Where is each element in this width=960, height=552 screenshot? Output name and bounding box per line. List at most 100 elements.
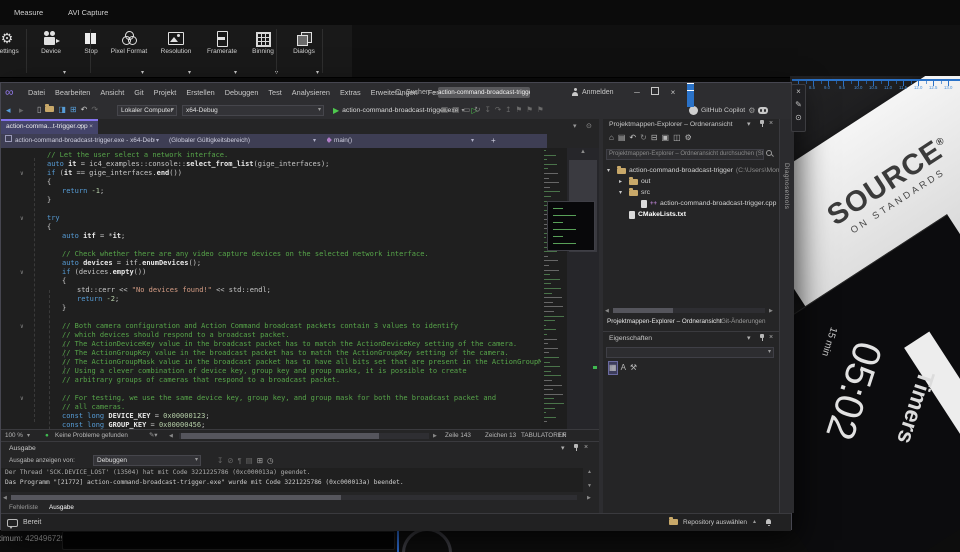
pencil-icon[interactable]: ✎▾ — [149, 432, 157, 439]
value-box[interactable] — [62, 531, 395, 550]
refresh-icon[interactable]: ↻ — [640, 132, 647, 144]
word-wrap-icon[interactable]: ¶ — [238, 455, 242, 467]
navigate-forward-icon[interactable]: ▸ — [19, 105, 24, 116]
chevron-down-icon[interactable]: ▾ — [747, 334, 751, 342]
code-line[interactable]: { — [47, 178, 51, 187]
menu-bearbeiten[interactable]: Bearbeiten — [50, 83, 95, 102]
fold-marker-icon[interactable]: ∨ — [20, 169, 24, 178]
menu-erstellen[interactable]: Erstellen — [181, 83, 219, 102]
scroll-right-icon[interactable]: ▶ — [587, 495, 591, 501]
code-line[interactable]: // arbitrary groups of cameras that resp… — [62, 376, 340, 385]
line-indicator[interactable]: Zeile 143 — [445, 432, 471, 439]
add-icon[interactable]: + — [491, 136, 496, 145]
tab-measure[interactable]: Measure — [14, 8, 43, 17]
alphabetical-icon[interactable]: A — [621, 362, 626, 374]
bookmark-list-icon[interactable]: ⚑ — [537, 104, 544, 116]
code-line[interactable]: // which devices should respond to a bro… — [62, 331, 290, 340]
close-icon[interactable]: × — [796, 87, 801, 97]
code-line[interactable]: { — [47, 223, 51, 232]
code-line[interactable]: auto it = ic4_examples::console::select_… — [47, 160, 329, 169]
tab-list-chevron-icon[interactable]: ▾ — [573, 122, 577, 130]
show-all-files-icon[interactable]: ▣ — [662, 132, 670, 144]
horizontal-scrollbar[interactable] — [179, 433, 429, 439]
menu-analysieren[interactable]: Analysieren — [287, 83, 335, 102]
output-text-area[interactable]: Der Thread 'SCK.DEVICE_LOST' (13504) hat… — [1, 468, 583, 492]
open-folder-icon[interactable] — [45, 104, 54, 116]
code-line[interactable]: auto devices = itf.enumDevices(); — [62, 259, 201, 268]
bookmark-next-icon[interactable]: ⚑ — [526, 104, 533, 116]
code-line[interactable]: // Check whether there are any video cap… — [62, 250, 429, 259]
properties-object-dropdown[interactable]: ▾ — [606, 347, 774, 358]
scroll-up-icon[interactable]: ▲ — [587, 469, 592, 475]
configuration-dropdown[interactable]: x64-Debug▾ — [182, 105, 324, 116]
code-line[interactable]: auto itf = *it; — [62, 232, 125, 241]
code-line[interactable]: // Both camera configuration and Action … — [62, 322, 458, 331]
fold-marker-icon[interactable]: ∨ — [20, 394, 24, 403]
chevron-down-icon[interactable]: ▾ — [561, 444, 565, 452]
undo-icon[interactable]: ↶ — [81, 104, 88, 116]
step-out-icon[interactable]: ↥ — [505, 104, 511, 116]
code-line[interactable]: // The ActionGroupKey value in the broad… — [62, 349, 509, 358]
tree-horizontal-scrollbar[interactable] — [613, 308, 765, 313]
clear-all-icon[interactable]: ⊘ — [227, 455, 233, 467]
menu-datei[interactable]: Datei — [23, 83, 50, 102]
history-icon[interactable]: ◷ — [267, 455, 274, 467]
chevron-down-icon[interactable]: ▾ — [747, 120, 751, 128]
close-icon[interactable]: × — [769, 334, 773, 341]
toggle-icon[interactable]: ▤ — [246, 455, 253, 467]
code-line[interactable]: // The ActionDeviceKey value in the broa… — [62, 340, 517, 349]
scroll-right-icon[interactable]: ▶ — [433, 433, 437, 439]
step-over-icon[interactable]: ↷ — [495, 104, 501, 116]
github-copilot-button[interactable]: GitHub Copilot ⚙ — [689, 104, 768, 117]
editor-tab-active[interactable]: action-comma...t-trigger.cpp • × — [1, 119, 98, 134]
fold-marker-icon[interactable]: ∨ — [20, 214, 24, 223]
scroll-up-icon[interactable]: ▲ — [567, 149, 599, 155]
undo-icon[interactable]: ↶ — [629, 132, 636, 144]
menu-debuggen[interactable]: Debuggen — [220, 83, 264, 102]
columns-icon[interactable]: ⊞ — [257, 455, 263, 467]
code-line[interactable]: if (it == gige_interfaces.end()) — [47, 169, 182, 178]
code-line[interactable]: // Using a clever combination of device … — [62, 367, 467, 376]
problems-status[interactable]: Keine Probleme gefunden — [55, 432, 128, 439]
pin-icon[interactable] — [759, 120, 765, 128]
code-line[interactable]: if (devices.empty()) — [62, 268, 146, 277]
code-line[interactable]: const long GROUP_KEY = 0x00000456; — [62, 421, 205, 429]
tab-options-icon[interactable]: ⊙ — [586, 122, 592, 130]
redo-icon[interactable]: ↷ — [91, 104, 98, 116]
save-all-icon[interactable]: ⊞ — [70, 104, 77, 116]
tab-solution-explorer[interactable]: Projektmappen-Explorer – Ordneransicht — [607, 318, 721, 325]
close-icon[interactable]: × — [769, 120, 773, 127]
tree-item[interactable]: ▾src — [619, 187, 650, 198]
minimize-button[interactable]: ─ — [629, 83, 645, 102]
side-tab-diagnostics[interactable]: Diagnosetools — [779, 119, 794, 513]
eol-indicator[interactable]: LF — [559, 432, 566, 439]
maximize-button[interactable] — [647, 83, 663, 102]
step-into-icon[interactable]: ↧ — [485, 104, 491, 116]
scroll-left-icon[interactable]: ◀ — [3, 495, 7, 501]
property-pages-icon[interactable]: ⚒ — [630, 362, 637, 374]
search-input[interactable]: action-command-broadcast-trigger — [438, 87, 530, 98]
tab-output[interactable]: Ausgabe — [49, 504, 74, 511]
chevron-collapsed-icon[interactable]: ▸ — [619, 178, 626, 185]
new-file-icon[interactable]: ▯ — [37, 104, 41, 116]
resolution-button[interactable]: Resolution▾ — [153, 30, 199, 76]
zoom-level[interactable]: 100 % — [5, 432, 23, 439]
navigate-back-icon[interactable]: ◂ — [6, 105, 11, 116]
code-line[interactable]: const long DEVICE_KEY = 0x00000123; — [62, 412, 210, 421]
code-line[interactable]: // For testing, we use the same device k… — [62, 394, 496, 403]
code-line[interactable]: return -1; — [62, 187, 104, 196]
code-line[interactable]: // The ActionGroupMask value in the broa… — [62, 358, 541, 367]
pixel-format-button[interactable]: Pixel Format▾ — [106, 30, 152, 76]
bookmark-previous-icon[interactable]: ⚑ — [515, 104, 522, 116]
menu-ansicht[interactable]: Ansicht — [95, 83, 129, 102]
code-line[interactable]: } — [47, 196, 51, 205]
chevron-expanded-icon[interactable]: ▾ — [619, 189, 626, 196]
binning-button[interactable]: Binning▾ — [240, 30, 286, 76]
menu-git[interactable]: Git — [129, 83, 148, 102]
close-icon[interactable]: × — [584, 444, 588, 451]
scroll-right-icon[interactable]: ▶ — [769, 308, 773, 314]
editor-minimap[interactable] — [541, 148, 567, 429]
categorized-icon[interactable]: ▦ — [609, 362, 617, 374]
save-icon[interactable]: ◨ — [58, 104, 66, 116]
fold-marker-icon[interactable]: ∨ — [20, 268, 24, 277]
